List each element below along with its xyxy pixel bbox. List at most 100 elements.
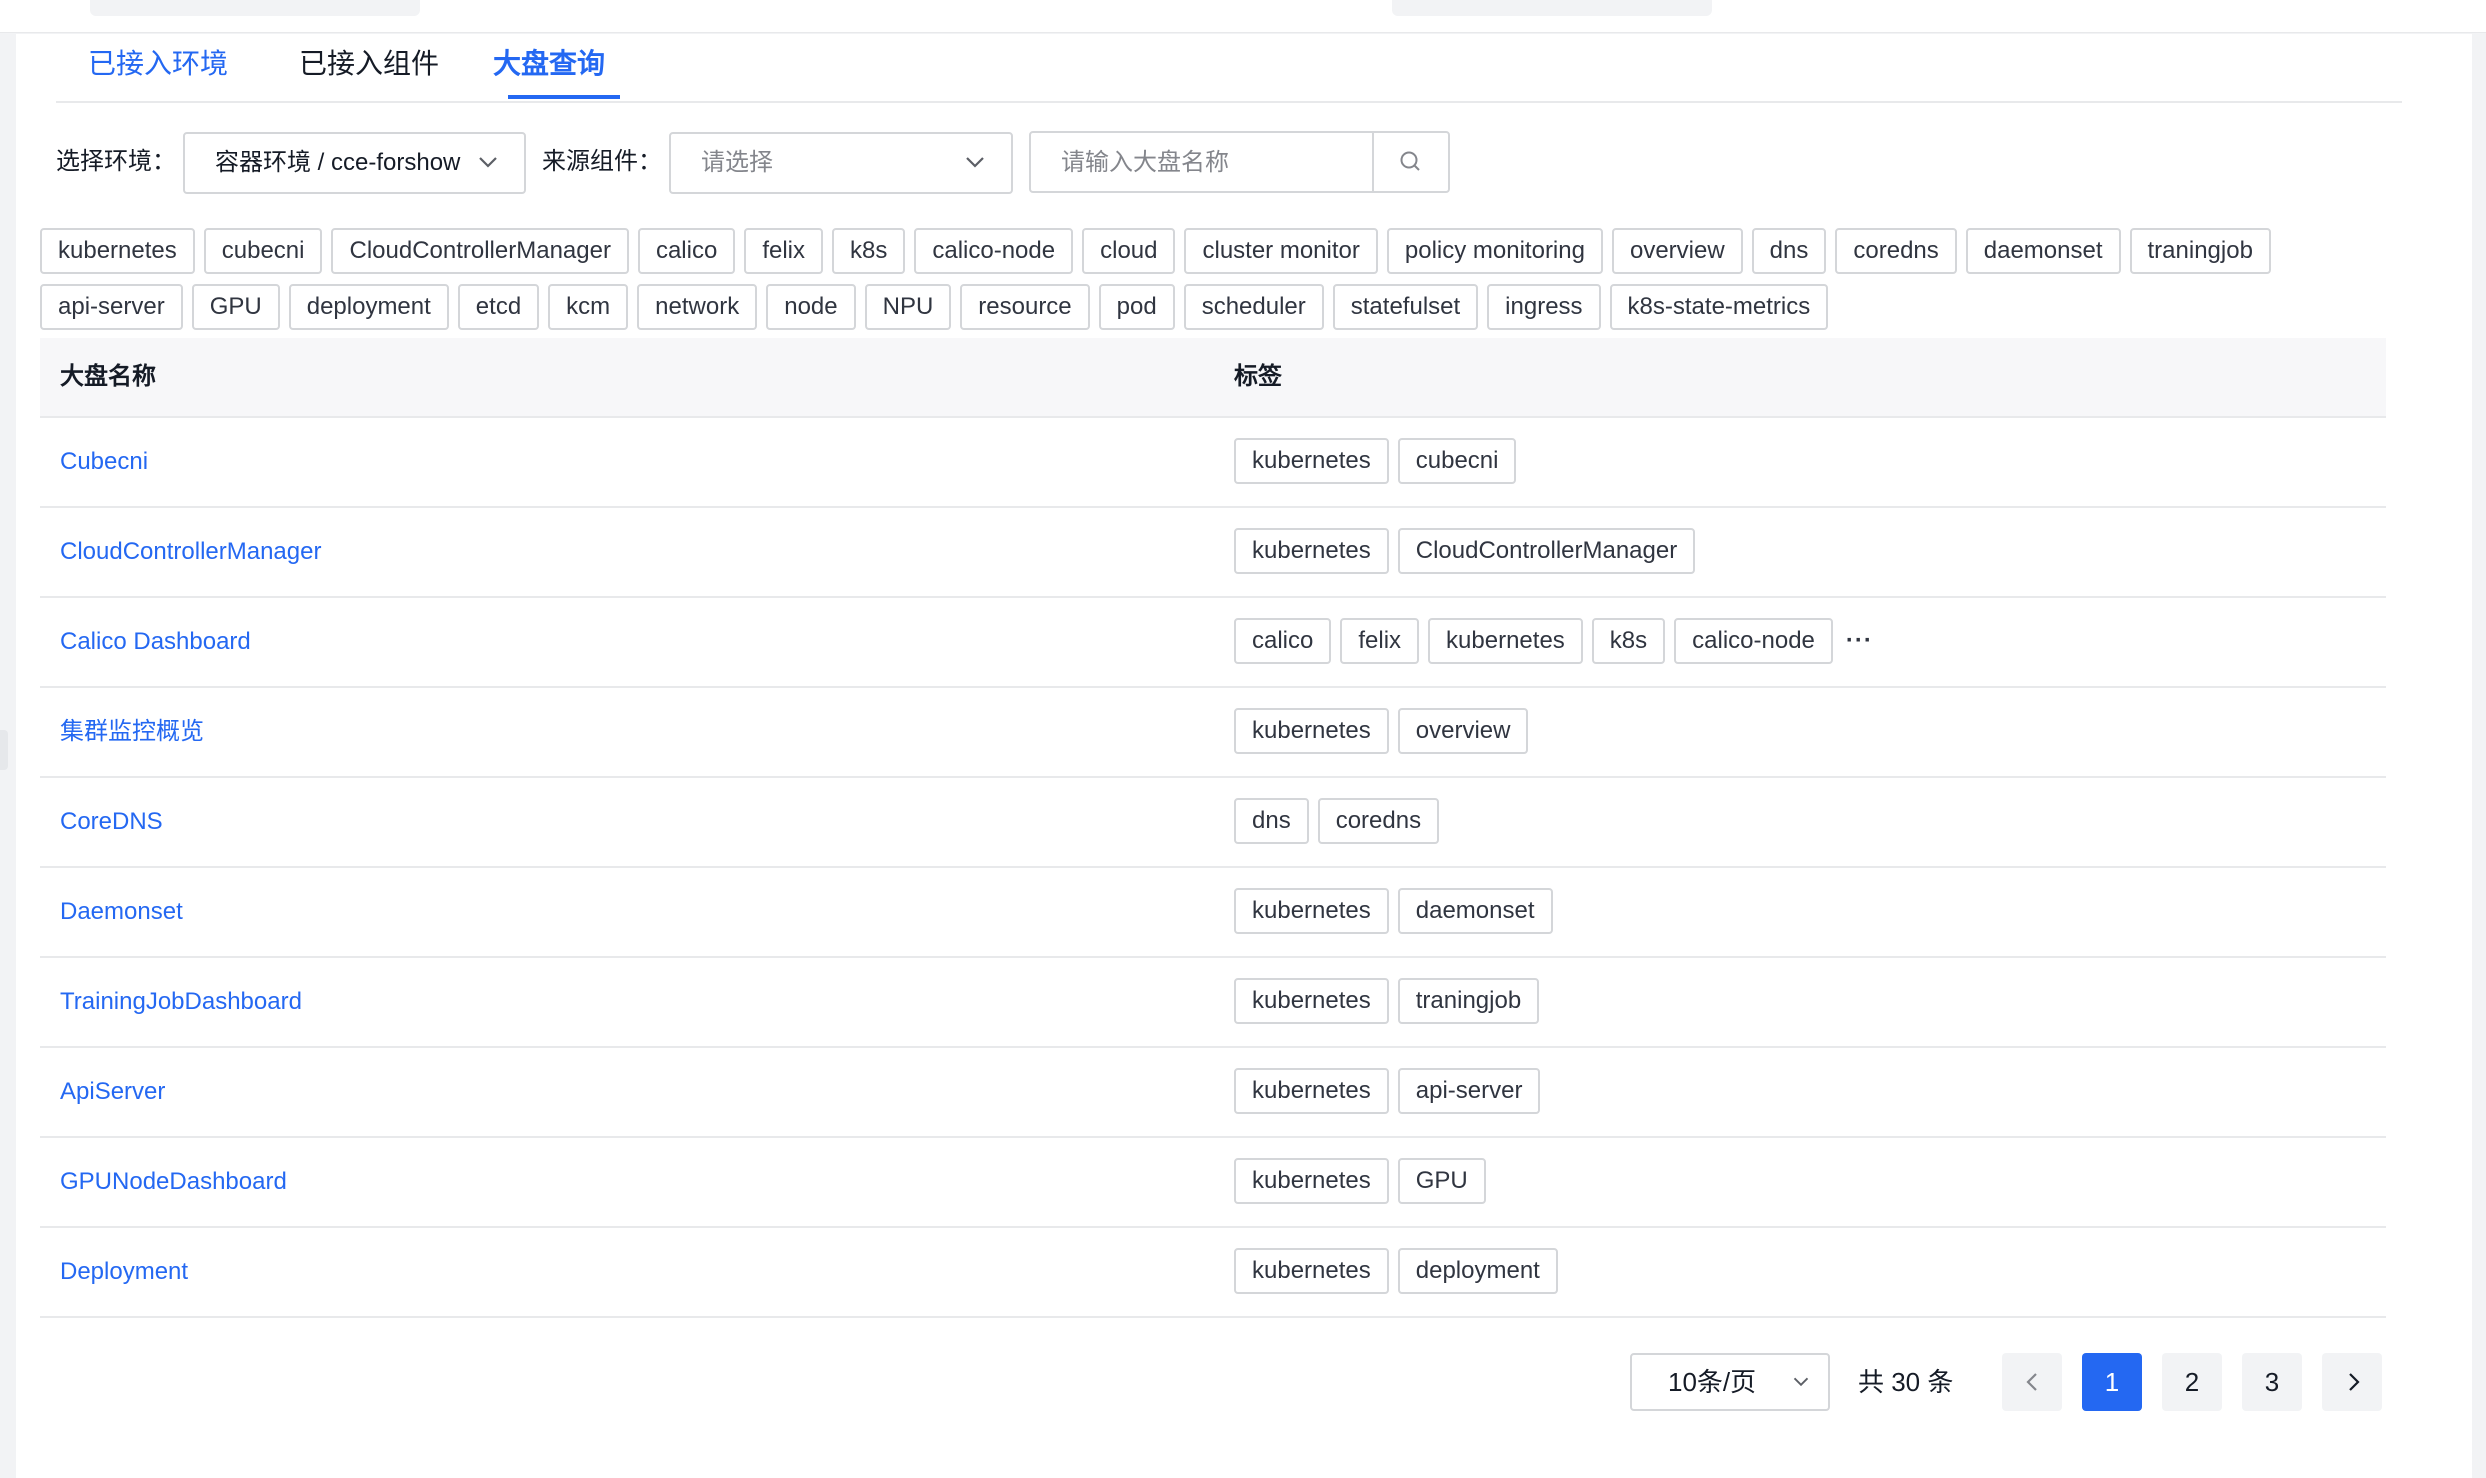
table-row: ApiServer kubernetes api-server	[40, 1048, 2386, 1138]
row-tags: kubernetes cubecni	[1234, 438, 1517, 484]
tag-filter-item[interactable]: network	[637, 284, 758, 330]
tab-dashboard-query[interactable]: 大盘查询	[493, 44, 605, 84]
tag-filter-item[interactable]: k8s	[832, 228, 906, 274]
chevron-right-icon	[2349, 1373, 2360, 1391]
row-tags: kubernetes traningjob	[1234, 978, 1540, 1024]
dashboard-name-link[interactable]: CloudControllerManager	[60, 508, 321, 596]
tag-filter-item[interactable]: CloudControllerManager	[331, 228, 629, 274]
table-row: CoreDNS dns coredns	[40, 778, 2386, 868]
row-tag: traningjob	[1397, 978, 1540, 1024]
row-tag: deployment	[1397, 1248, 1558, 1294]
page-button-1[interactable]: 1	[2082, 1353, 2142, 1411]
env-select[interactable]: 容器环境 / cce-forshow	[183, 132, 526, 194]
tag-filter: kubernetes cubecni CloudControllerManager c…	[40, 228, 2440, 340]
source-component-select[interactable]: 请选择	[669, 132, 1013, 194]
table-row: CloudControllerManager kubernetes CloudCon…	[40, 508, 2386, 598]
column-header-tags: 标签	[1234, 363, 1282, 390]
row-tags: calico felix kubernetes k8s calico-node ···	[1234, 618, 1873, 664]
search-icon	[1400, 151, 1420, 171]
more-tags-icon[interactable]: ···	[1846, 618, 1873, 664]
dashboard-name-link[interactable]: TrainingJobDashboard	[60, 958, 302, 1046]
chevron-down-icon	[479, 157, 497, 168]
dashboard-search	[1029, 131, 1450, 193]
tag-filter-item[interactable]: coredns	[1835, 228, 1957, 274]
row-tag: k8s	[1591, 618, 1666, 664]
tag-filter-item[interactable]: cubecni	[203, 228, 323, 274]
row-tag: kubernetes	[1234, 978, 1389, 1024]
tag-filter-item[interactable]: cluster monitor	[1184, 228, 1378, 274]
dashboard-name-link[interactable]: 集群监控概览	[60, 688, 204, 776]
dashboard-search-input[interactable]	[1033, 135, 1393, 191]
tab-bar: 已接入环境 已接入组件 大盘查询	[56, 34, 2402, 103]
env-select-value: 容器环境 / cce-forshow	[215, 149, 461, 176]
column-header-name: 大盘名称	[60, 363, 156, 390]
source-select-label: 来源组件：	[542, 148, 662, 175]
page-size-value: 10条/页	[1668, 1367, 1757, 1397]
tag-filter-item[interactable]: ingress	[1487, 284, 1601, 330]
env-select-label: 选择环境：	[56, 148, 176, 175]
tag-filter-item[interactable]: scheduler	[1183, 284, 1324, 330]
tag-filter-item[interactable]: daemonset	[1965, 228, 2121, 274]
row-tag: daemonset	[1397, 888, 1553, 934]
tag-filter-item[interactable]: overview	[1611, 228, 1743, 274]
page-button-3[interactable]: 3	[2242, 1353, 2302, 1411]
table-row: 集群监控概览 kubernetes overview	[40, 688, 2386, 778]
table-row: GPUNodeDashboard kubernetes GPU	[40, 1138, 2386, 1228]
tag-filter-item[interactable]: felix	[744, 228, 823, 274]
tag-filter-item[interactable]: api-server	[40, 284, 183, 330]
tag-filter-row: kubernetes cubecni CloudControllerManager c…	[40, 228, 2440, 274]
page-button-2[interactable]: 2	[2162, 1353, 2222, 1411]
row-tag: GPU	[1397, 1158, 1486, 1204]
sidebar-collapse-handle[interactable]	[0, 730, 8, 770]
row-tag: kubernetes	[1234, 438, 1389, 484]
tag-filter-item[interactable]: k8s-state-metrics	[1609, 284, 1829, 330]
row-tags: kubernetes GPU	[1234, 1158, 1486, 1204]
tag-filter-item[interactable]: calico	[637, 228, 736, 274]
dashboard-name-link[interactable]: ApiServer	[60, 1048, 165, 1136]
tag-filter-item[interactable]: kubernetes	[40, 228, 195, 274]
tag-filter-item[interactable]: pod	[1098, 284, 1175, 330]
top-bar	[0, 0, 2486, 33]
dashboard-name-link[interactable]: Deployment	[60, 1228, 188, 1316]
row-tags: kubernetes daemonset	[1234, 888, 1553, 934]
tag-filter-item[interactable]: NPU	[864, 284, 952, 330]
dashboard-name-link[interactable]: CoreDNS	[60, 778, 163, 866]
table-row: Daemonset kubernetes daemonset	[40, 868, 2386, 958]
tag-filter-item[interactable]: traningjob	[2129, 228, 2271, 274]
tag-filter-item[interactable]: GPU	[191, 284, 280, 330]
table-row: TrainingJobDashboard kubernetes traningjob	[40, 958, 2386, 1048]
dashboard-name-link[interactable]: Cubecni	[60, 418, 148, 506]
tag-filter-item[interactable]: kcm	[548, 284, 629, 330]
row-tag: kubernetes	[1234, 1068, 1389, 1114]
chevron-down-icon	[1793, 1377, 1809, 1387]
tag-filter-item[interactable]: etcd	[457, 284, 540, 330]
next-page-button[interactable]	[2322, 1353, 2382, 1411]
tab-connected-environments[interactable]: 已接入环境	[88, 44, 228, 84]
table-row: Calico Dashboard calico felix kubernetes k8s…	[40, 598, 2386, 688]
page-size-select[interactable]: 10条/页	[1630, 1353, 1830, 1411]
row-tag: cubecni	[1397, 438, 1517, 484]
tag-filter-item[interactable]: calico-node	[914, 228, 1074, 274]
tag-filter-item[interactable]: cloud	[1082, 228, 1176, 274]
dashboard-name-link[interactable]: Daemonset	[60, 868, 183, 956]
tag-filter-item[interactable]: resource	[960, 284, 1090, 330]
dashboard-table: 大盘名称 标签 Cubecni kubernetes cubecni CloudCon…	[40, 338, 2386, 1318]
active-tab-indicator	[508, 95, 620, 99]
prev-page-button[interactable]	[2002, 1353, 2062, 1411]
tag-filter-item[interactable]: statefulset	[1332, 284, 1479, 330]
row-tag: overview	[1397, 708, 1529, 754]
tag-filter-item[interactable]: node	[766, 284, 856, 330]
row-tags: kubernetes api-server	[1234, 1068, 1541, 1114]
dashboard-name-link[interactable]: Calico Dashboard	[60, 598, 251, 686]
table-row: Deployment kubernetes deployment	[40, 1228, 2386, 1318]
chevron-down-icon	[966, 157, 984, 168]
tag-filter-item[interactable]: dns	[1751, 228, 1827, 274]
tab-connected-components[interactable]: 已接入组件	[299, 44, 439, 84]
search-button[interactable]	[1372, 133, 1448, 191]
row-tag: CloudControllerManager	[1397, 528, 1696, 574]
row-tag: calico	[1234, 618, 1332, 664]
tag-filter-item[interactable]: policy monitoring	[1386, 228, 1603, 274]
row-tag: kubernetes	[1428, 618, 1583, 664]
tag-filter-item[interactable]: deployment	[288, 284, 449, 330]
dashboard-name-link[interactable]: GPUNodeDashboard	[60, 1138, 287, 1226]
